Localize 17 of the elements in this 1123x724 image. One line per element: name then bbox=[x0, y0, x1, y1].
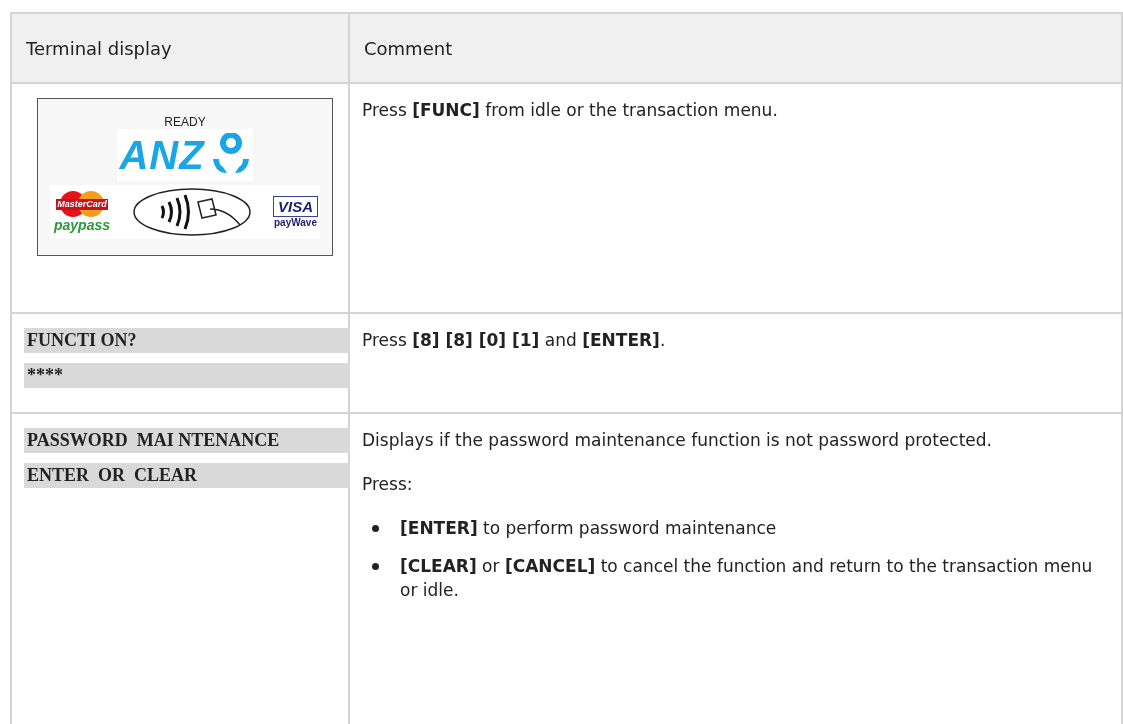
card-logo: MasterCard bbox=[52, 191, 112, 217]
bullet-text: [ENTER] to perform password maintenance bbox=[400, 517, 777, 540]
contactless-mark: payWave bbox=[274, 217, 317, 228]
bullet-text: [CLEAR] or [CANCEL] to cancel the function and return to the transaction menu or idle. bbox=[400, 555, 1094, 602]
contactless-mark: paypass bbox=[53, 217, 110, 233]
comment-text: Press [FUNC] from idle or the transaction menu. bbox=[362, 99, 779, 122]
status-text: READY bbox=[164, 115, 206, 129]
bullet-icon bbox=[372, 525, 379, 532]
bullet-icon bbox=[372, 563, 379, 570]
bank-logo: ANZ bbox=[117, 129, 253, 181]
comment-text: Press: bbox=[362, 473, 414, 496]
column-header: Terminal display bbox=[12, 14, 350, 84]
card-logo: VISA bbox=[272, 196, 318, 217]
contactless-tap-icon bbox=[132, 187, 253, 237]
column-header: Comment bbox=[350, 14, 1123, 84]
comment-text: Press [8] [8] [0] [1] and [ENTER]. bbox=[362, 329, 667, 352]
comment-text: Displays if the password maintenance function is not password protected. bbox=[362, 429, 993, 452]
